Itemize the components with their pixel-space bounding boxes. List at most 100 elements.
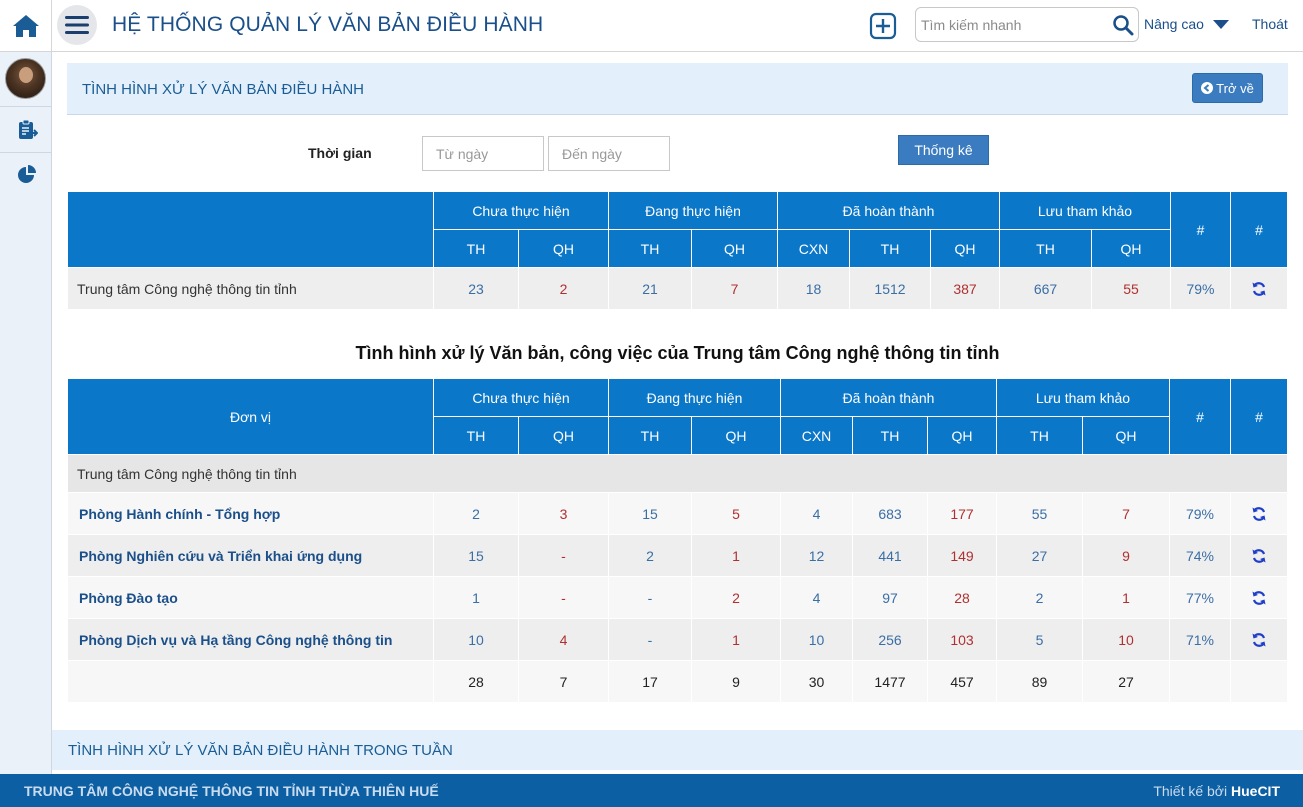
subheader-th: TH — [849, 229, 931, 268]
home-button[interactable] — [0, 0, 52, 52]
clipboard-icon[interactable] — [16, 119, 38, 141]
cell-value[interactable]: - — [608, 576, 692, 619]
cell-value[interactable]: 27 — [996, 534, 1083, 577]
header-unit: Đơn vị — [67, 378, 434, 455]
subheader-th: TH — [996, 416, 1083, 455]
cell-value[interactable]: - — [608, 618, 692, 661]
cell-value[interactable]: 21 — [608, 267, 692, 310]
cell-value[interactable]: 2 — [996, 576, 1083, 619]
cell-value[interactable]: - — [518, 576, 609, 619]
hamburger-icon — [65, 16, 89, 34]
sidebar-divider — [0, 106, 52, 107]
advanced-search-toggle[interactable]: Nâng cao — [1144, 16, 1230, 32]
subheader-qh: QH — [930, 229, 1000, 268]
panel-header: TÌNH HÌNH XỬ LÝ VĂN BẢN ĐIỀU HÀNH Trở về — [67, 63, 1288, 115]
subheader-qh: QH — [691, 229, 778, 268]
cell-value[interactable]: 1 — [433, 576, 519, 619]
weekly-panel-header: TÌNH HÌNH XỬ LÝ VĂN BẢN ĐIỀU HÀNH TRONG … — [52, 730, 1303, 770]
cell-value[interactable]: 1512 — [849, 267, 931, 310]
cell-value[interactable]: 5 — [691, 492, 781, 535]
cell-value[interactable]: 177 — [927, 492, 997, 535]
cell-value[interactable]: 15 — [608, 492, 692, 535]
menu-button[interactable] — [57, 5, 97, 45]
back-button[interactable]: Trở về — [1192, 73, 1263, 103]
refresh-icon — [1252, 633, 1266, 647]
cell-value[interactable]: 97 — [852, 576, 928, 619]
unit-name[interactable]: Phòng Hành chính - Tổng hợp — [67, 492, 434, 535]
cell-percent: 71% — [1169, 618, 1231, 661]
header-archived: Lưu tham khảo — [999, 191, 1171, 230]
total-value: 7 — [518, 660, 609, 703]
header-completed: Đã hoàn thành — [780, 378, 997, 417]
refresh-button[interactable] — [1230, 267, 1288, 310]
search-input[interactable] — [921, 8, 1111, 41]
unit-name[interactable]: Phòng Nghiên cứu và Triển khai ứng dụng — [67, 534, 434, 577]
header-in-progress: Đang thực hiện — [608, 191, 778, 230]
cell-value[interactable]: - — [518, 534, 609, 577]
cell-value[interactable]: 256 — [852, 618, 928, 661]
cell-value[interactable]: 4 — [780, 492, 853, 535]
refresh-icon — [1252, 507, 1266, 521]
cell-value[interactable]: 7 — [691, 267, 778, 310]
cell-value[interactable]: 12 — [780, 534, 853, 577]
cell-value[interactable]: 387 — [930, 267, 1000, 310]
to-date-input[interactable] — [548, 136, 670, 171]
statistics-button[interactable]: Thống kê — [898, 135, 989, 165]
plus-square-icon[interactable] — [869, 12, 897, 40]
detail-table: Đơn vị Chưa thực hiện Đang thực hiện Đã … — [67, 378, 1288, 703]
detail-title: Tình hình xử lý Văn bản, công việc của T… — [355, 343, 1000, 363]
total-value: 27 — [1082, 660, 1170, 703]
cell-value[interactable]: 2 — [433, 492, 519, 535]
cell-value[interactable]: 7 — [1082, 492, 1170, 535]
cell-value[interactable]: 10 — [1082, 618, 1170, 661]
unit-name[interactable]: Phòng Dịch vụ và Hạ tầng Công nghệ thông… — [67, 618, 434, 661]
brand-link[interactable]: HueCIT — [1231, 783, 1280, 799]
refresh-button[interactable] — [1230, 492, 1288, 535]
cell-value[interactable]: 10 — [780, 618, 853, 661]
cell-value[interactable]: 4 — [518, 618, 609, 661]
from-date-input[interactable] — [422, 136, 544, 171]
total-value: 1477 — [852, 660, 928, 703]
cell-value[interactable]: 2 — [518, 267, 609, 310]
cell-value[interactable]: 28 — [927, 576, 997, 619]
subheader-cxn: CXN — [780, 416, 853, 455]
subheader-th: TH — [433, 416, 519, 455]
cell-value[interactable]: 1 — [691, 534, 781, 577]
cell-value[interactable]: 667 — [999, 267, 1092, 310]
cell-value[interactable]: 2 — [691, 576, 781, 619]
cell-value[interactable]: 4 — [780, 576, 853, 619]
avatar[interactable] — [5, 58, 46, 99]
footer-credit: Thiết kế bởi HueCIT — [1153, 783, 1280, 799]
table-row: Trung tâm Công nghệ thông tin tỉnh 23 2 … — [67, 267, 1288, 310]
summary-table: Chưa thực hiện Đang thực hiện Đã hoàn th… — [67, 191, 1288, 310]
refresh-button[interactable] — [1230, 576, 1288, 619]
unit-name[interactable]: Phòng Đào tạo — [67, 576, 434, 619]
refresh-button[interactable] — [1230, 534, 1288, 577]
cell-percent: 79% — [1169, 492, 1231, 535]
cell-value[interactable]: 5 — [996, 618, 1083, 661]
main-content: TÌNH HÌNH XỬ LÝ VĂN BẢN ĐIỀU HÀNH Trở về… — [52, 52, 1303, 774]
cell-value[interactable]: 55 — [1091, 267, 1171, 310]
cell-value[interactable]: 103 — [927, 618, 997, 661]
cell-value[interactable]: 3 — [518, 492, 609, 535]
logout-link[interactable]: Thoát — [1252, 16, 1288, 32]
cell-value[interactable]: 683 — [852, 492, 928, 535]
cell-value[interactable]: 10 — [433, 618, 519, 661]
search-icon[interactable] — [1112, 14, 1134, 36]
cell-value[interactable]: 441 — [852, 534, 928, 577]
cell-value[interactable]: 18 — [777, 267, 850, 310]
cell-value[interactable]: 149 — [927, 534, 997, 577]
cell-value[interactable]: 9 — [1082, 534, 1170, 577]
pie-chart-icon[interactable] — [16, 164, 38, 186]
cell-value[interactable]: 55 — [996, 492, 1083, 535]
subheader-qh: QH — [927, 416, 997, 455]
quick-search — [915, 7, 1139, 42]
refresh-button[interactable] — [1230, 618, 1288, 661]
cell-value[interactable]: 2 — [608, 534, 692, 577]
cell-value[interactable]: 15 — [433, 534, 519, 577]
cell-value[interactable]: 1 — [1082, 576, 1170, 619]
cell-value[interactable]: 23 — [433, 267, 519, 310]
cell-value[interactable]: 1 — [691, 618, 781, 661]
weekly-panel-title: TÌNH HÌNH XỬ LÝ VĂN BẢN ĐIỀU HÀNH TRONG … — [68, 742, 453, 759]
cell-percent: 77% — [1169, 576, 1231, 619]
